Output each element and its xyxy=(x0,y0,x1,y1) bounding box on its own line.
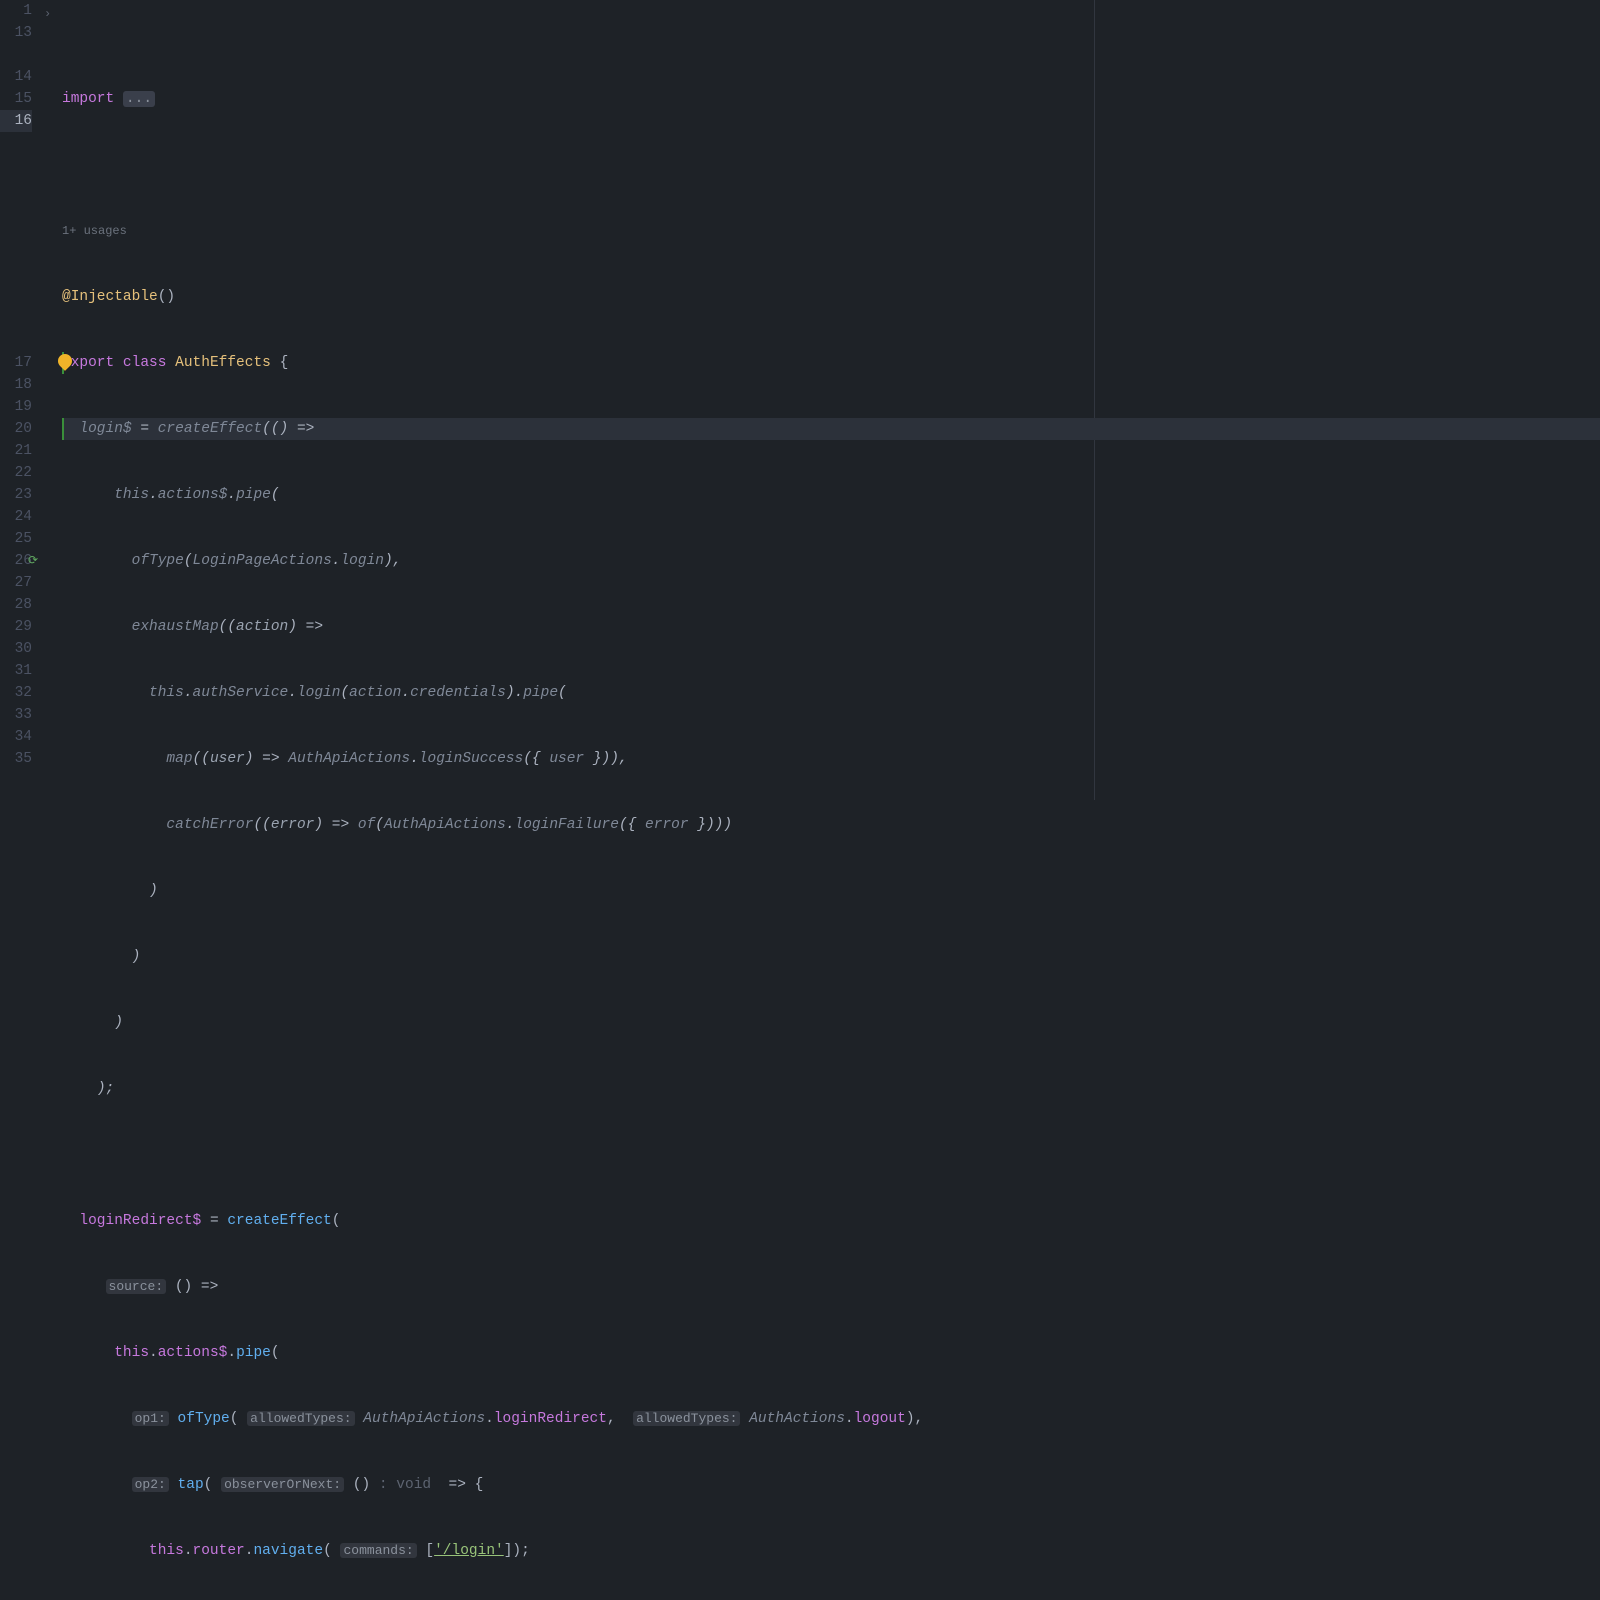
line-number xyxy=(0,44,32,66)
code-line[interactable]: exhaustMap((action) => xyxy=(62,616,1600,638)
line-number: 30 xyxy=(0,638,32,660)
line-number xyxy=(0,132,32,154)
code-line[interactable]: loginRedirect$ = createEffect( xyxy=(62,1210,1600,1232)
code-line[interactable]: export class AuthEffects { xyxy=(62,352,1600,374)
code-line[interactable]: op1: ofType( allowedTypes: AuthApiAction… xyxy=(62,1408,1600,1430)
line-number xyxy=(0,330,32,352)
code-line[interactable]: ) xyxy=(62,946,1600,968)
line-number xyxy=(0,176,32,198)
fold-column: › xyxy=(40,0,62,800)
line-number: 19 xyxy=(0,396,32,418)
line-number: 1 xyxy=(0,0,32,22)
line-number xyxy=(0,154,32,176)
code-line[interactable]: login$ = createEffect(() => xyxy=(62,418,1600,440)
code-line[interactable]: map((user) => AuthApiActions.loginSucces… xyxy=(62,748,1600,770)
line-number xyxy=(0,220,32,242)
line-number: 24 xyxy=(0,506,32,528)
code-line[interactable] xyxy=(62,154,1600,176)
line-number: 20 xyxy=(0,418,32,440)
code-line[interactable]: this.authService.login(action.credential… xyxy=(62,682,1600,704)
line-number: 15 xyxy=(0,88,32,110)
line-number-gutter: 1 13 14 15 16 17 18 19 20 21 22 23 24 25… xyxy=(0,0,40,800)
code-line[interactable]: this.actions$.pipe( xyxy=(62,1342,1600,1364)
inlay-hint: allowedTypes: xyxy=(247,1411,354,1426)
code-line[interactable]: ) xyxy=(62,1012,1600,1034)
inlay-hint: allowedTypes: xyxy=(633,1411,740,1426)
line-number: 35 xyxy=(0,748,32,770)
line-number: 13 xyxy=(0,22,32,44)
code-line[interactable]: import ... xyxy=(62,88,1600,110)
code-line[interactable]: @Injectable() xyxy=(62,286,1600,308)
code-line[interactable]: ) xyxy=(62,880,1600,902)
inlay-hint: op1: xyxy=(132,1411,169,1426)
line-number: 27 xyxy=(0,572,32,594)
fold-toggle-icon[interactable]: › xyxy=(44,3,51,25)
usage-hint[interactable]: 1+ usages xyxy=(62,220,1600,242)
line-number: 14 xyxy=(0,66,32,88)
code-line[interactable]: source: () => xyxy=(62,1276,1600,1298)
line-number: 17 xyxy=(0,352,32,374)
code-line[interactable]: ofType(LoginPageActions.login), xyxy=(62,550,1600,572)
code-editor[interactable]: 1 13 14 15 16 17 18 19 20 21 22 23 24 25… xyxy=(0,0,1600,800)
inlay-hint: commands: xyxy=(340,1543,416,1558)
inlay-hint: op2: xyxy=(132,1477,169,1492)
code-line[interactable]: this.router.navigate( commands: ['/login… xyxy=(62,1540,1600,1562)
code-line[interactable] xyxy=(62,1144,1600,1166)
line-number xyxy=(0,242,32,264)
line-number: 32 xyxy=(0,682,32,704)
line-number xyxy=(0,264,32,286)
code-area[interactable]: import ... 1+ usages @Injectable() expor… xyxy=(62,0,1600,800)
code-line[interactable]: op2: tap( observerOrNext: () : void => { xyxy=(62,1474,1600,1496)
line-number: 26⟳ xyxy=(0,550,32,572)
line-number: 25 xyxy=(0,528,32,550)
line-number: 28 xyxy=(0,594,32,616)
inlay-hint: source: xyxy=(106,1279,167,1294)
inlay-hint: observerOrNext: xyxy=(221,1477,344,1492)
folded-region[interactable]: ... xyxy=(123,91,155,107)
code-line[interactable]: catchError((error) => of(AuthApiActions.… xyxy=(62,814,1600,836)
line-number xyxy=(0,286,32,308)
line-number xyxy=(0,308,32,330)
line-number: 34 xyxy=(0,726,32,748)
code-line[interactable]: this.actions$.pipe( xyxy=(62,484,1600,506)
line-number: 21 xyxy=(0,440,32,462)
line-number: 18 xyxy=(0,374,32,396)
line-number: 31 xyxy=(0,660,32,682)
refresh-icon[interactable]: ⟳ xyxy=(28,550,38,572)
line-number: 29 xyxy=(0,616,32,638)
line-number xyxy=(0,198,32,220)
line-number: 22 xyxy=(0,462,32,484)
code-line[interactable]: ); xyxy=(62,1078,1600,1100)
line-number: 16 xyxy=(0,110,32,132)
line-number: 33 xyxy=(0,704,32,726)
line-number: 23 xyxy=(0,484,32,506)
right-margin-ruler xyxy=(1094,0,1095,800)
